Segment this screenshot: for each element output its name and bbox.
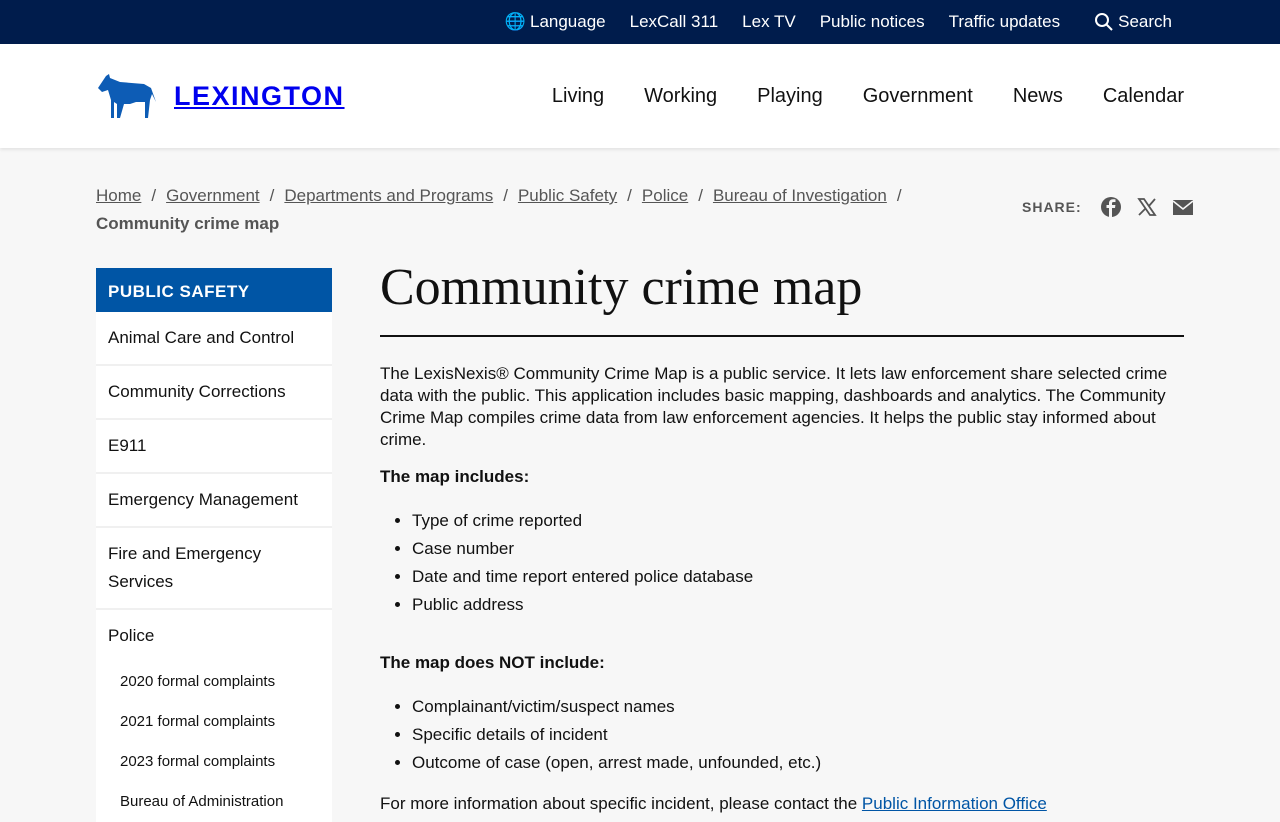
sidebar-subitem-2021[interactable]: 2021 formal complaints <box>96 702 332 742</box>
includes-heading: The map includes: <box>380 467 530 486</box>
nav-calendar[interactable]: Calendar <box>1103 85 1184 108</box>
logo-text: LEXINGTON <box>174 80 345 111</box>
nav-government[interactable]: Government <box>863 85 973 108</box>
list-item: Outcome of case (open, arrest made, unfo… <box>412 749 1184 777</box>
globe-icon: 🌐 <box>504 12 526 31</box>
sidebar-subitem-administration[interactable]: Bureau of Administration <box>96 782 332 822</box>
breadcrumb-public-safety[interactable]: Public Safety <box>518 186 617 205</box>
sidebar-subitem-2020[interactable]: 2020 formal complaints <box>96 662 332 702</box>
intro-text: The LexisNexis® Community Crime Map is a… <box>380 364 1168 449</box>
breadcrumb-government[interactable]: Government <box>166 186 260 205</box>
lexcall-link[interactable]: LexCall 311 <box>630 12 719 32</box>
language-label: Language <box>529 12 606 31</box>
share-label: SHARE: <box>1022 199 1082 215</box>
nav-working[interactable]: Working <box>644 85 717 108</box>
list-item: Type of crime reported <box>412 507 1184 535</box>
more-info-text: For more information about specific inci… <box>380 793 1184 815</box>
logo-link[interactable]: LEXINGTON <box>96 72 345 120</box>
sidebar-item-fire[interactable]: Fire and Emergency Services <box>96 528 332 610</box>
excludes-list: Complainant/victim/suspect names Specifi… <box>412 693 1184 777</box>
page-title: Community crime map <box>380 258 1184 337</box>
nav-news[interactable]: News <box>1013 85 1063 108</box>
search-label: Search <box>1118 12 1172 31</box>
language-link[interactable]: 🌐 Language <box>505 12 606 32</box>
x-icon[interactable] <box>1136 196 1158 218</box>
breadcrumb-home[interactable]: Home <box>96 186 141 205</box>
list-item: Specific details of incident <box>412 721 1184 749</box>
share-bar: SHARE: <box>1022 196 1194 218</box>
more-info-label: For more information about specific inci… <box>380 794 862 813</box>
excludes-heading: The map does NOT include: <box>380 653 605 672</box>
list-item: Date and time report entered police data… <box>412 563 1184 591</box>
sidebar-heading[interactable]: PUBLIC SAFETY <box>96 268 332 312</box>
sidebar-subitem-2023[interactable]: 2023 formal complaints <box>96 742 332 782</box>
list-item: Case number <box>412 535 1184 563</box>
breadcrumb-departments[interactable]: Departments and Programs <box>284 186 493 205</box>
horse-logo-icon <box>98 74 156 118</box>
main-content: Community crime map The LexisNexis® Comm… <box>380 258 1184 815</box>
utility-bar: 🌐 Language LexCall 311 Lex TV Public noti… <box>0 0 1280 44</box>
sidebar-item-emergency-management[interactable]: Emergency Management <box>96 474 332 528</box>
search-button[interactable]: Search <box>1094 12 1172 32</box>
includes-list: Type of crime reported Case number Date … <box>412 507 1184 619</box>
nav-living[interactable]: Living <box>552 85 604 108</box>
breadcrumb: Home / Government / Departments and Programs… <box>96 182 966 238</box>
sidebar-item-community-corrections[interactable]: Community Corrections <box>96 366 332 420</box>
sidebar: PUBLIC SAFETY Animal Care and Control Co… <box>96 268 332 822</box>
breadcrumb-bureau[interactable]: Bureau of Investigation <box>713 186 887 205</box>
sidebar-item-animal-care[interactable]: Animal Care and Control <box>96 312 332 366</box>
facebook-icon[interactable] <box>1100 196 1122 218</box>
site-header: LEXINGTON Living Working Playing Governm… <box>0 44 1280 148</box>
email-icon[interactable] <box>1172 198 1194 216</box>
traffic-link[interactable]: Traffic updates <box>949 12 1061 32</box>
list-item: Complainant/victim/suspect names <box>412 693 1184 721</box>
search-icon <box>1095 13 1113 31</box>
breadcrumb-current: Community crime map <box>96 214 280 233</box>
list-item: Public address <box>412 591 1184 619</box>
breadcrumb-police[interactable]: Police <box>642 186 688 205</box>
public-information-office-link[interactable]: Public Information Office <box>862 794 1047 813</box>
public-notices-link[interactable]: Public notices <box>820 12 925 32</box>
lextv-link[interactable]: Lex TV <box>742 12 796 32</box>
nav-playing[interactable]: Playing <box>757 85 823 108</box>
sidebar-item-e911[interactable]: E911 <box>96 420 332 474</box>
main-nav: Living Working Playing Government News C… <box>552 85 1184 108</box>
sidebar-item-police[interactable]: Police <box>96 610 332 662</box>
